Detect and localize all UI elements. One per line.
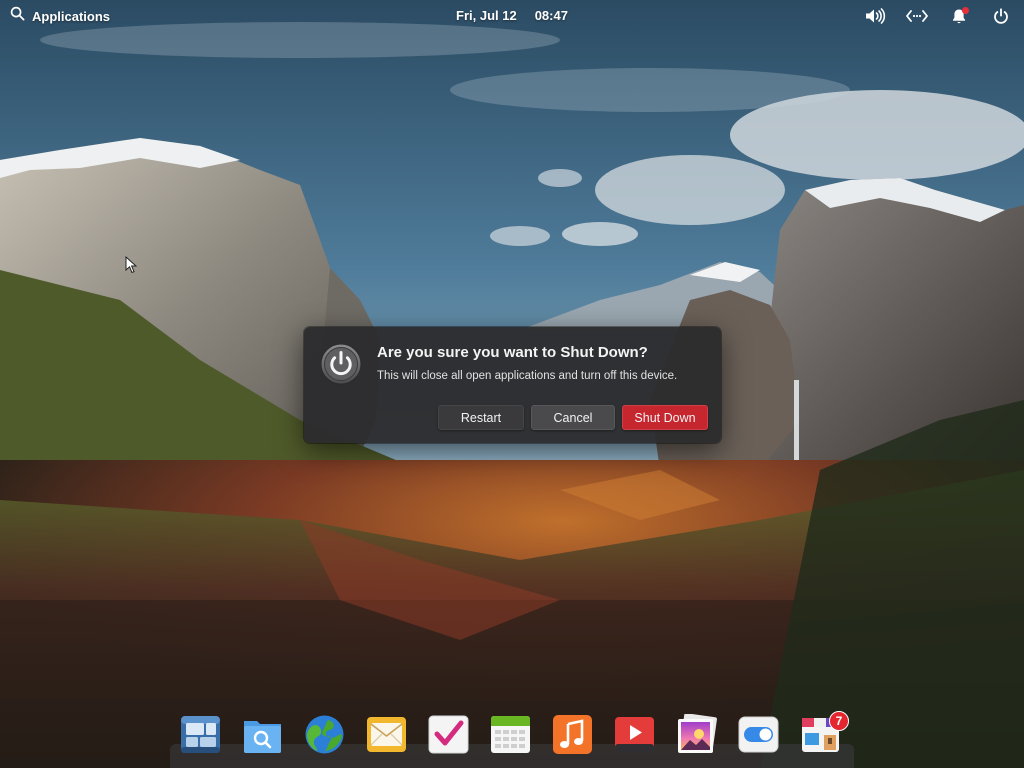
shut-down-button[interactable]: Shut Down	[622, 405, 708, 430]
web-browser-icon[interactable]	[304, 714, 345, 755]
calendar-icon[interactable]	[490, 714, 531, 755]
multitasking-view-icon[interactable]	[180, 714, 221, 755]
applications-menu-button[interactable]: Applications	[10, 6, 111, 26]
dock-items: 7	[180, 711, 849, 760]
mail-icon[interactable]	[366, 714, 407, 755]
system-settings-icon[interactable]	[738, 714, 779, 755]
search-icon	[10, 6, 25, 26]
notification-unread-dot	[962, 7, 969, 14]
restart-button[interactable]: Restart	[438, 405, 524, 430]
files-icon[interactable]	[242, 714, 283, 755]
dialog-body: This will close all open applications an…	[377, 370, 678, 382]
volume-icon[interactable]	[864, 6, 886, 26]
time-label: 08:47	[534, 8, 568, 23]
tasks-icon[interactable]	[428, 714, 469, 755]
mouse-pointer-icon	[125, 255, 138, 279]
cancel-button[interactable]: Cancel	[531, 405, 615, 430]
network-icon[interactable]	[906, 6, 928, 26]
date-label: Fri, Jul 12	[456, 8, 517, 23]
update-count-badge: 7	[829, 711, 849, 731]
dialog-title: Are you sure you want to Shut Down?	[377, 344, 648, 361]
photos-icon[interactable]	[676, 714, 717, 755]
top-panel: Applications Fri, Jul 12 08:47	[0, 0, 1024, 32]
notifications-icon[interactable]	[948, 6, 970, 26]
panel-indicators	[864, 6, 1012, 26]
date-time-indicator[interactable]: Fri, Jul 12 08:47	[456, 8, 568, 23]
system-shutdown-icon	[320, 343, 362, 385]
appcenter-icon[interactable]: 7	[800, 711, 849, 755]
applications-label: Applications	[32, 8, 111, 24]
shutdown-dialog: Are you sure you want to Shut Down? This…	[304, 327, 721, 443]
videos-icon[interactable]	[614, 714, 655, 755]
power-icon[interactable]	[990, 6, 1012, 26]
music-icon[interactable]	[552, 714, 593, 755]
